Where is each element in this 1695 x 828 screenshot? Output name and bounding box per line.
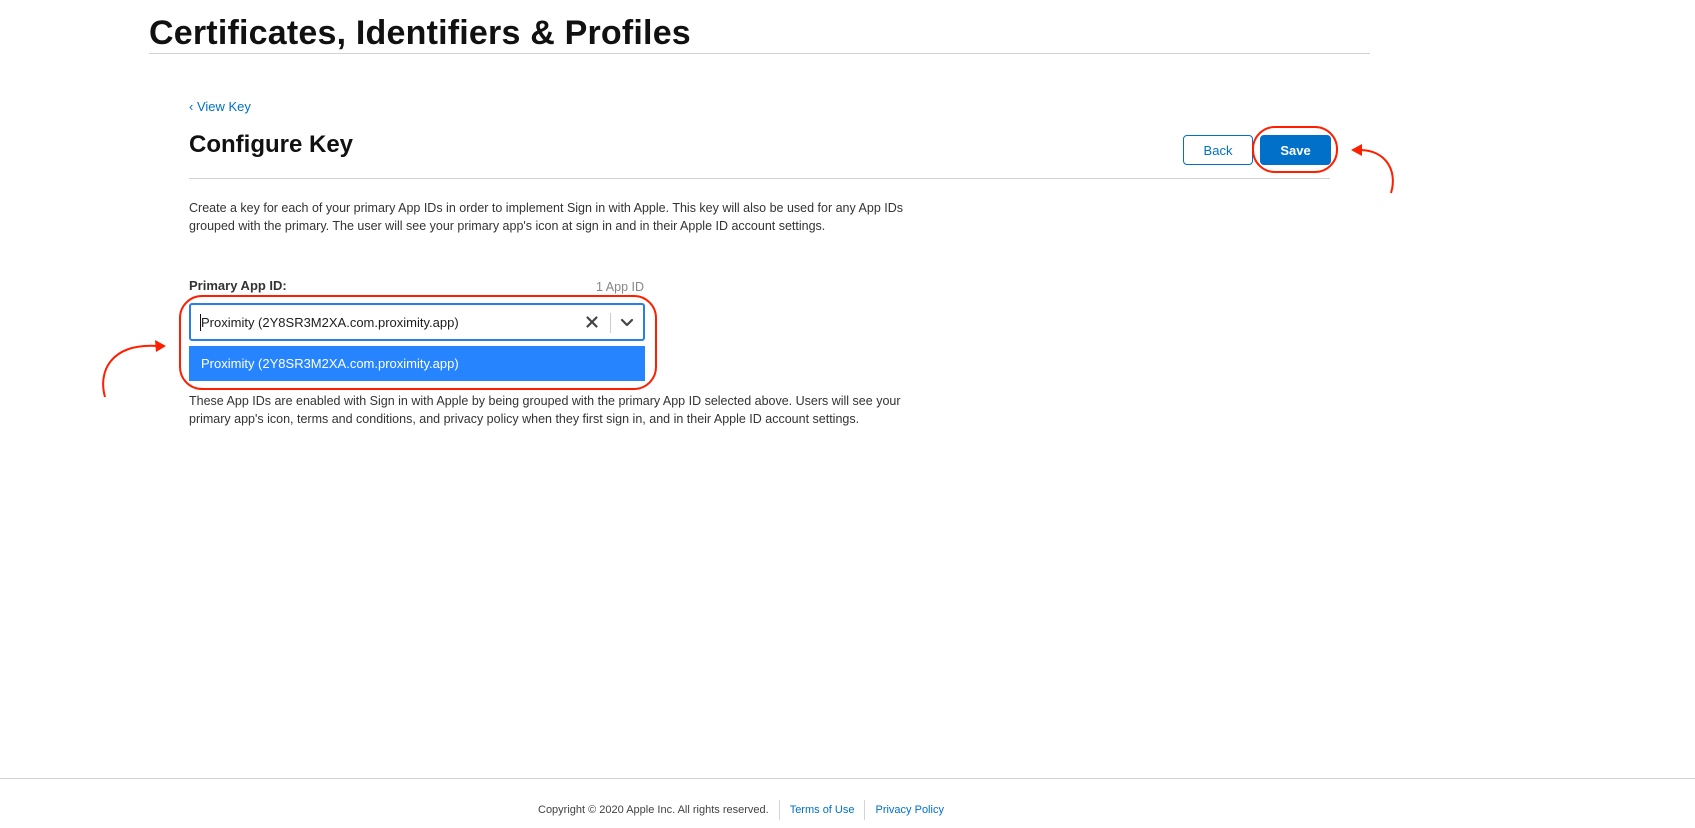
primary-app-id-input[interactable]: Proximity (2Y8SR3M2XA.com.proximity.app) — [201, 315, 459, 330]
close-icon[interactable] — [581, 311, 603, 333]
page-title: Configure Key — [189, 131, 354, 158]
terms-of-use-link[interactable]: Terms of Use — [790, 804, 855, 816]
save-button[interactable]: Save — [1260, 135, 1331, 165]
annotation-arrowhead-right — [1351, 144, 1362, 156]
breadcrumb-view-key-link[interactable]: ‹ View Key — [189, 99, 251, 114]
app-id-count: 1 App ID — [596, 280, 644, 294]
page: Certificates, Identifiers & Profiles ‹ V… — [0, 0, 1695, 828]
footer-separator — [864, 800, 866, 820]
key-description: Create a key for each of your primary Ap… — [189, 201, 904, 233]
annotation-arrow-left — [102, 344, 159, 398]
app-title: Certificates, Identifiers & Profiles — [149, 14, 691, 52]
title-divider — [149, 53, 1370, 54]
select-separator — [610, 313, 611, 333]
footer-copyright: Copyright © 2020 Apple Inc. All rights r… — [538, 804, 769, 816]
primary-app-id-select[interactable]: Proximity (2Y8SR3M2XA.com.proximity.app) — [189, 303, 645, 341]
primary-app-id-label: Primary App ID: — [189, 278, 287, 293]
grouped-app-ids-description: These App IDs are enabled with Sign in w… — [189, 394, 901, 426]
annotation-arrow-right — [1359, 149, 1394, 194]
dropdown-option[interactable]: Proximity (2Y8SR3M2XA.com.proximity.app) — [189, 346, 645, 381]
footer-separator — [778, 800, 780, 820]
text-caret — [200, 314, 201, 331]
annotation-arrowhead-left — [155, 340, 166, 352]
back-button[interactable]: Back — [1183, 135, 1253, 165]
footer: Copyright © 2020 Apple Inc. All rights r… — [538, 800, 944, 820]
section-divider — [189, 178, 1330, 179]
privacy-policy-link[interactable]: Privacy Policy — [875, 804, 943, 816]
footer-divider — [0, 778, 1695, 779]
chevron-down-icon[interactable] — [616, 311, 638, 333]
